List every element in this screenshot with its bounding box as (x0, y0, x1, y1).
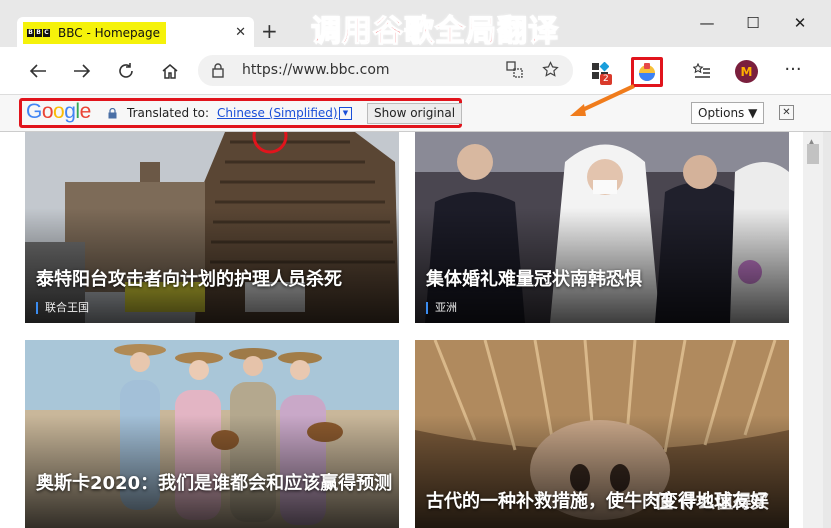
annotation-banner: 调用谷歌全局翻译 (310, 13, 559, 49)
card-headline[interactable]: 集体婚礼难量冠状南韩恐惧 (426, 268, 786, 291)
refresh-icon (119, 63, 133, 78)
news-card[interactable]: 集体婚礼难量冠状南韩恐惧 亚洲 (415, 132, 789, 323)
browser-toolbar: https://www.bbc.com 2 M ··· (0, 47, 831, 94)
options-button[interactable]: Options ▼ (691, 102, 765, 124)
news-card[interactable]: 泰特阳台攻击者向计划的护理人员杀死 联合王国 (25, 132, 399, 323)
refresh-button[interactable] (114, 60, 138, 82)
card-headline[interactable]: 奥斯卡2020：我们是谁都会和应该赢得预测 (36, 472, 396, 495)
title-bar: B B C BBC - Homepage ✕ + 调用谷歌全局翻译 — ☐ ✕ (0, 0, 831, 50)
google-logo-letter: G (26, 100, 42, 123)
back-button[interactable] (26, 60, 50, 82)
google-translate-bar: Google Translated to: Chinese (Simplifie… (0, 94, 831, 132)
more-menu-button[interactable]: ··· (781, 58, 805, 80)
home-icon (162, 64, 178, 79)
profile-avatar[interactable]: M (735, 60, 758, 83)
google-logo: Google (26, 100, 91, 124)
tab-title: BBC - Homepage (58, 25, 160, 40)
back-arrow-icon (29, 64, 46, 78)
translated-to-label: Translated to: (127, 106, 210, 120)
bbc-logo-letter: C (43, 28, 50, 37)
lock-icon (212, 63, 224, 78)
home-button[interactable] (158, 60, 182, 82)
show-original-button[interactable]: Show original (367, 103, 463, 124)
translate-page-icon[interactable] (506, 61, 523, 82)
annotation-arrow-icon (570, 84, 635, 116)
url-text[interactable]: https://www.bbc.com (242, 62, 390, 78)
favorites-list-icon[interactable] (690, 60, 714, 82)
tab-close-icon[interactable]: ✕ (235, 25, 246, 40)
card-tag[interactable]: 联合王国 (36, 302, 89, 314)
language-dropdown-icon[interactable]: ▼ (339, 107, 352, 120)
page-content: 泰特阳台攻击者向计划的护理人员杀死 联合王国 集体婚礼难量冠状南韩恐惧 亚洲 奥… (0, 132, 803, 528)
google-logo-letter: o (53, 100, 65, 123)
window-edge (823, 132, 831, 528)
translate-highlight-box: Google Translated to: Chinese (Simplifie… (19, 98, 463, 128)
google-logo-letter: g (64, 100, 76, 123)
maximize-button[interactable]: ☐ (738, 14, 768, 32)
browser-tab[interactable]: B B C BBC - Homepage ✕ (17, 17, 254, 48)
scroll-thumb[interactable] (807, 144, 819, 164)
google-logo-letter: e (79, 100, 92, 123)
bbc-logo-letter: B (27, 28, 34, 37)
translate-extension-icon (639, 63, 655, 81)
card-tag[interactable]: 亚洲 (426, 302, 457, 314)
minimize-button[interactable]: — (692, 14, 722, 32)
bbc-favicon-icon: B B C (27, 28, 50, 37)
bbc-logo-letter: B (35, 28, 42, 37)
site-watermark: 值 什么值得买 (655, 492, 770, 513)
favorite-star-icon[interactable] (542, 61, 559, 82)
translate-bar-close-icon[interactable]: ✕ (779, 105, 794, 120)
forward-button[interactable] (70, 60, 94, 82)
card-headline[interactable]: 泰特阳台攻击者向计划的护理人员杀死 (36, 268, 396, 291)
forward-arrow-icon (74, 64, 91, 78)
news-card[interactable]: 奥斯卡2020：我们是谁都会和应该赢得预测 (25, 340, 399, 528)
google-logo-letter: o (41, 100, 54, 123)
new-tab-button[interactable]: + (261, 21, 278, 41)
secure-lock-icon (108, 108, 117, 119)
close-window-button[interactable]: ✕ (785, 14, 815, 32)
address-bar[interactable]: https://www.bbc.com (198, 55, 573, 86)
target-language-link[interactable]: Chinese (Simplified) (217, 106, 338, 120)
image-overlay (415, 208, 789, 323)
tab-highlight: B B C BBC - Homepage (23, 21, 166, 44)
vertical-scrollbar[interactable]: ▲ (803, 132, 823, 528)
